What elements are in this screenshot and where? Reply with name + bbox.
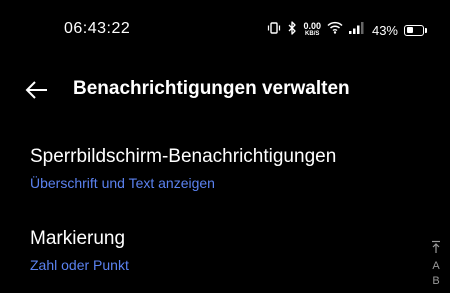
setting-title: Sperrbildschirm-Benachrichtigungen [30,146,337,167]
page-title: Benachrichtigungen verwalten [73,78,350,99]
index-letter[interactable]: A [432,260,439,272]
lockscreen-notifications-setting[interactable]: Sperrbildschirm-Benachrichtigungen Übers… [30,146,410,191]
battery-percent: 43% [371,22,398,38]
status-icons: 0.00 KB/S 43% [267,20,427,40]
setting-value: Überschrift und Text anzeigen [30,175,215,191]
network-speed: 0.00 KB/S [303,22,321,38]
clock: 06:43:22 [64,20,131,37]
bluetooth-icon [287,20,297,40]
status-bar: 06:43:22 0.00 KB/S 43% [0,0,450,60]
vibrate-icon [267,21,281,40]
badge-setting[interactable]: Markierung Zahl oder Punkt [30,228,410,273]
network-speed-value: 0.00 [303,21,321,31]
alphabet-index-bar[interactable]: A B [428,240,444,287]
battery-icon [404,24,427,36]
network-speed-unit: KB/S [305,31,320,37]
signal-icon [348,21,364,39]
index-letter[interactable]: B [432,275,439,287]
wifi-icon [327,21,343,39]
header: Benachrichtigungen verwalten [0,64,450,114]
setting-value: Zahl oder Punkt [30,257,129,273]
setting-title: Markierung [30,228,126,249]
scroll-to-top-icon[interactable] [431,240,441,257]
battery-fill [406,27,413,33]
back-arrow-icon [25,81,47,99]
back-button[interactable] [24,78,54,102]
